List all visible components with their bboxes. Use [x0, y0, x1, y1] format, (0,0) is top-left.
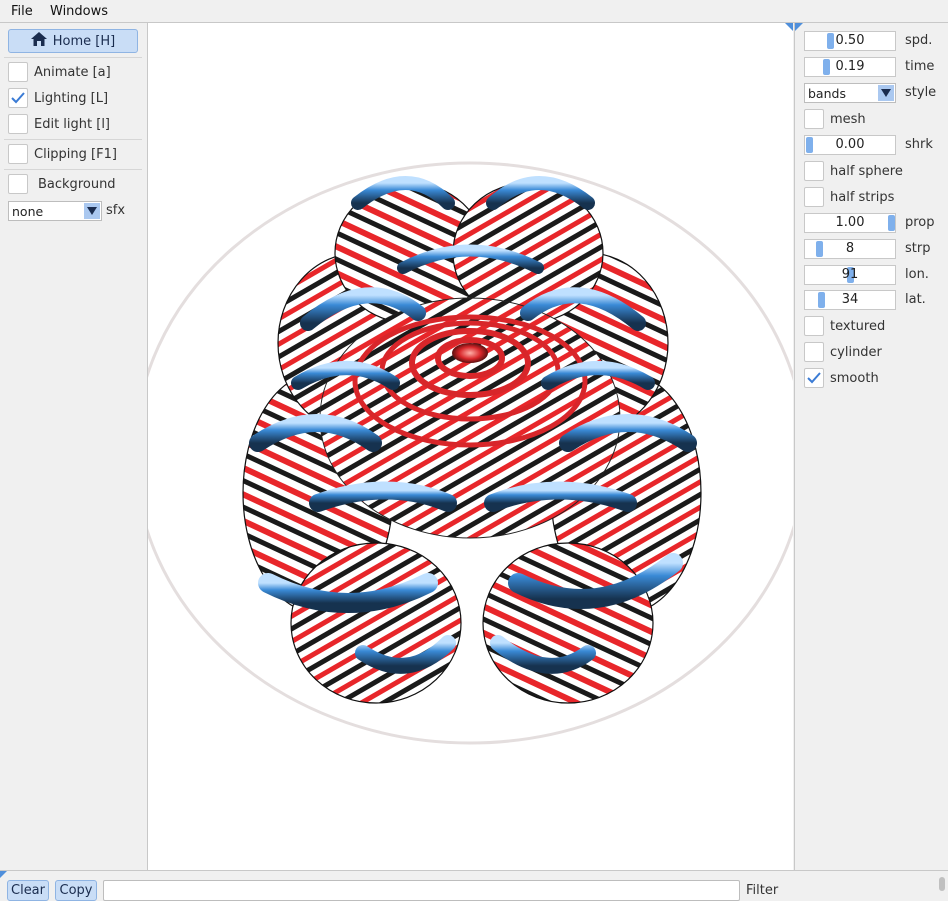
- time-label: time: [905, 59, 935, 74]
- filter-label: Filter: [746, 883, 779, 898]
- edit-light-label: Edit light [l]: [34, 116, 111, 132]
- separator: [4, 57, 142, 58]
- spd-slider[interactable]: 0.50: [804, 31, 896, 51]
- bottom-bar: Clear Copy Filter: [0, 870, 948, 901]
- menu-file[interactable]: File: [11, 4, 33, 19]
- lighting-checkbox[interactable]: [8, 88, 28, 108]
- cylinder-row[interactable]: cylinder: [804, 341, 882, 363]
- dropdown-arrow-icon: [84, 203, 100, 219]
- spd-value: 0.50: [835, 33, 865, 48]
- background-checkbox[interactable]: [8, 174, 28, 194]
- cylinder-checkbox[interactable]: [804, 342, 824, 362]
- sfx-select[interactable]: none: [8, 201, 102, 221]
- time-value: 0.19: [835, 59, 865, 74]
- half-strips-row[interactable]: half strips: [804, 186, 894, 208]
- corner-marker: [0, 871, 7, 878]
- dropdown-arrow-icon: [878, 85, 894, 101]
- textured-label: textured: [830, 318, 886, 334]
- mesh-row[interactable]: mesh: [804, 108, 866, 130]
- background-label: Background: [38, 176, 116, 192]
- clipping-row[interactable]: Clipping [F1]: [8, 143, 117, 165]
- lighting-label: Lighting [L]: [34, 90, 109, 106]
- shrk-slider[interactable]: 0.00: [804, 135, 896, 155]
- animate-row[interactable]: Animate [a]: [8, 61, 111, 83]
- animate-label: Animate [a]: [34, 64, 111, 80]
- textured-checkbox[interactable]: [804, 316, 824, 336]
- filter-input[interactable]: [103, 880, 740, 901]
- strp-label: strp: [905, 241, 931, 256]
- lat-value: 34: [841, 292, 859, 307]
- style-label: style: [905, 85, 937, 100]
- home-icon: [30, 32, 47, 50]
- smooth-label: smooth: [830, 370, 879, 386]
- strp-value: 8: [845, 241, 855, 256]
- right-panel: 0.50 spd. 0.19 time bands style mesh 0.0…: [794, 23, 948, 870]
- shrk-value: 0.00: [835, 137, 865, 152]
- cylinder-label: cylinder: [830, 344, 882, 360]
- half-sphere-label: half sphere: [830, 163, 903, 179]
- copy-button[interactable]: Copy: [55, 880, 97, 901]
- clipping-label: Clipping [F1]: [34, 146, 117, 162]
- mesh-label: mesh: [830, 111, 866, 127]
- prop-slider[interactable]: 1.00: [804, 213, 896, 233]
- home-button[interactable]: Home [H]: [8, 29, 138, 53]
- scrollbar-thumb[interactable]: [939, 877, 945, 891]
- lighting-row[interactable]: Lighting [L]: [8, 87, 108, 109]
- lat-slider[interactable]: 34: [804, 290, 896, 310]
- mesh-checkbox[interactable]: [804, 109, 824, 129]
- menu-bar: File Windows: [0, 0, 948, 23]
- sfx-select-value: none: [12, 203, 44, 219]
- corner-marker: [785, 23, 793, 31]
- strp-slider[interactable]: 8: [804, 239, 896, 259]
- half-sphere-row[interactable]: half sphere: [804, 160, 903, 182]
- separator: [4, 139, 142, 140]
- clipping-checkbox[interactable]: [8, 144, 28, 164]
- spd-label: spd.: [905, 33, 933, 48]
- corner-marker: [795, 23, 803, 31]
- striped-torus-render: [133, 161, 807, 745]
- background-row[interactable]: Background: [8, 173, 116, 195]
- style-select[interactable]: bands: [804, 83, 896, 103]
- sfx-label: sfx: [106, 203, 126, 218]
- left-panel: Home [H] Animate [a] Lighting [L] Edit l…: [0, 23, 148, 870]
- separator: [4, 169, 142, 170]
- menu-windows[interactable]: Windows: [50, 4, 108, 19]
- half-strips-checkbox[interactable]: [804, 187, 824, 207]
- style-select-value: bands: [808, 85, 846, 101]
- check-icon: [11, 92, 25, 104]
- lon-slider[interactable]: 91: [804, 265, 896, 285]
- lat-label: lat.: [905, 292, 926, 307]
- time-slider[interactable]: 0.19: [804, 57, 896, 77]
- lon-label: lon.: [905, 267, 929, 282]
- half-sphere-checkbox[interactable]: [804, 161, 824, 181]
- check-icon: [807, 372, 821, 384]
- render-canvas[interactable]: [133, 23, 807, 870]
- animate-checkbox[interactable]: [8, 62, 28, 82]
- textured-row[interactable]: textured: [804, 315, 885, 337]
- clear-button[interactable]: Clear: [7, 880, 49, 901]
- half-strips-label: half strips: [830, 189, 895, 205]
- edit-light-checkbox[interactable]: [8, 114, 28, 134]
- prop-value: 1.00: [835, 215, 865, 230]
- lon-value: 91: [841, 267, 859, 282]
- home-button-label: Home [H]: [52, 33, 116, 49]
- shrk-label: shrk: [905, 137, 933, 152]
- prop-label: prop: [905, 215, 935, 230]
- edit-light-row[interactable]: Edit light [l]: [8, 113, 110, 135]
- smooth-checkbox[interactable]: [804, 368, 824, 388]
- smooth-row[interactable]: smooth: [804, 367, 879, 389]
